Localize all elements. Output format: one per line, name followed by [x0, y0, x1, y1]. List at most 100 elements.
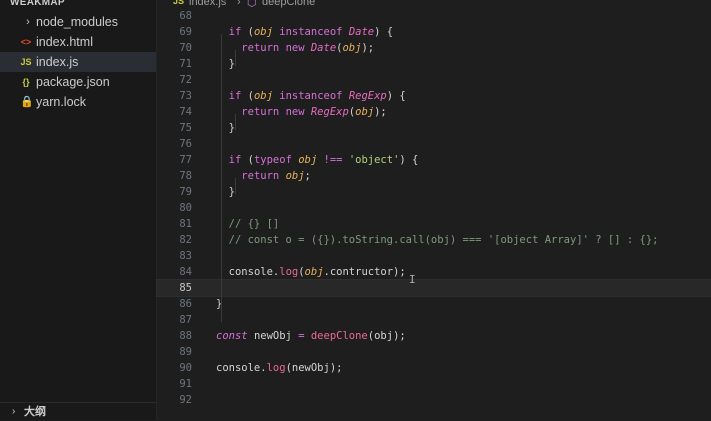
outline-section-header[interactable]: › 大纲 [0, 402, 156, 421]
file-tree-item-label: node_modules [36, 15, 119, 29]
code-token: log [279, 266, 299, 278]
code-line[interactable]: 72 [157, 72, 711, 88]
code-line[interactable]: 80 [157, 200, 711, 216]
code-line[interactable]: 90 console.log(newObj); [157, 360, 711, 376]
code-line[interactable]: 86} [157, 296, 711, 312]
file-tree-item-label: yarn.lock [36, 95, 87, 109]
code-token: return [241, 170, 280, 182]
yarn-file-icon: 🔒 [20, 96, 34, 108]
code-token: !== [323, 154, 343, 166]
line-number: 90 [179, 362, 192, 374]
chevron-right-icon: › [26, 16, 30, 28]
code-line[interactable]: 85 [156, 279, 711, 297]
code-line[interactable]: 71 } [157, 56, 711, 72]
code-line[interactable]: 88 const newObj = deepClone(obj); [157, 328, 711, 344]
code-token: .contructor); [323, 266, 406, 278]
code-text: return new RegExp(obj); [216, 104, 387, 120]
code-line[interactable]: 82 // const o = ({}).toString.call(obj) … [157, 232, 711, 248]
code-line[interactable]: 77 if (typeof obj !== 'object') { [157, 152, 711, 168]
line-number: 83 [179, 250, 192, 262]
code-line[interactable]: 68 [157, 8, 711, 24]
indent-guide [235, 50, 236, 66]
code-line[interactable]: 79 } [157, 184, 711, 200]
code-token: (newObj); [285, 362, 343, 374]
line-number: 68 [179, 10, 192, 22]
line-number: 89 [179, 346, 192, 358]
code-token: ); [393, 330, 406, 342]
code-token: instanceof [279, 26, 343, 38]
file-tree-item[interactable]: JS index.js [0, 52, 156, 72]
code-line[interactable]: 89 [157, 344, 711, 360]
js-file-icon: JS [20, 57, 32, 67]
code-text: return new Date(obj); [216, 40, 374, 56]
code-line[interactable]: 69 if (obj instanceof Date) { [157, 24, 711, 40]
code-text: } [216, 184, 235, 200]
code-line[interactable]: 75 } [157, 120, 711, 136]
code-token: ( [241, 90, 254, 102]
code-token: RegExp [310, 106, 349, 118]
mouse-text-cursor: I [409, 273, 416, 286]
code-token: obj [374, 330, 394, 342]
code-token: instanceof [279, 90, 343, 102]
code-line[interactable]: 91 [157, 376, 711, 392]
chevron-right-icon: › [12, 406, 16, 417]
explorer-folder-title[interactable]: WEAKMAP [10, 0, 65, 10]
file-tree-item[interactable]: <> index.html [0, 32, 156, 52]
json-file-icon: {} [22, 77, 30, 87]
code-token: RegExp [348, 90, 387, 102]
code-editor[interactable]: JS index.js › ⬡ deepClone 68 69 if (obj i… [156, 0, 711, 420]
code-token: obj [298, 154, 318, 166]
code-token: ); [374, 106, 387, 118]
code-token: if [228, 154, 242, 166]
code-token: obj [253, 90, 273, 102]
code-line[interactable]: 70 return new Date(obj); [157, 40, 711, 56]
code-line[interactable]: 78 return obj; [157, 168, 711, 184]
code-token: ) { [374, 26, 394, 38]
file-tree-item[interactable]: › node_modules [0, 12, 156, 32]
code-text: // {} [] [216, 216, 280, 232]
code-token: // const o = ({}).toString.call(obj) ===… [216, 234, 659, 246]
code-line[interactable]: 87 [157, 312, 711, 328]
code-text: if (typeof obj !== 'object') { [216, 152, 419, 168]
line-number: 74 [179, 106, 192, 118]
code-token: console [216, 362, 261, 374]
line-number: 91 [179, 378, 192, 390]
code-token: ( [241, 154, 254, 166]
breadcrumb-file[interactable]: index.js [189, 0, 226, 8]
code-token: newObj [253, 330, 292, 342]
code-line[interactable]: 92 [157, 392, 711, 408]
code-token: obj [253, 26, 273, 38]
code-line[interactable]: 73 if (obj instanceof RegExp) { [157, 88, 711, 104]
breadcrumb-symbol[interactable]: deepClone [262, 0, 315, 8]
code-line[interactable]: 84 console.log(obj.contructor); [157, 264, 711, 280]
indent-guide [221, 34, 222, 322]
explorer-sidebar: WEAKMAP › node_modules <> index.html JS index… [0, 0, 157, 420]
code-line[interactable]: 81 // {} [] [157, 216, 711, 232]
line-number: 79 [179, 186, 192, 198]
line-number: 71 [179, 58, 192, 70]
code-token: obj [342, 42, 362, 54]
file-tree-item-label: index.js [36, 55, 79, 69]
code-line[interactable]: 83 [157, 248, 711, 264]
code-line[interactable]: 76 [157, 136, 711, 152]
line-number: 72 [179, 74, 192, 86]
code-token: ( [241, 26, 254, 38]
code-token: typeof [253, 154, 292, 166]
code-token: new [285, 42, 305, 54]
code-token: obj [355, 106, 375, 118]
file-tree-item[interactable]: {} package.json [0, 72, 156, 92]
code-text: return obj; [216, 168, 311, 184]
code-token: deepClone [310, 330, 368, 342]
code-token: if [228, 90, 242, 102]
code-line[interactable]: 74 return new RegExp(obj); [157, 104, 711, 120]
indent-guide [235, 178, 236, 194]
line-number: 69 [179, 26, 192, 38]
code-lines[interactable]: 68 69 if (obj instanceof Date) {70 return… [156, 8, 711, 408]
code-token: log [266, 362, 286, 374]
file-tree-item[interactable]: 🔒 yarn.lock [0, 92, 156, 112]
breadcrumb-separator: › [237, 0, 241, 8]
code-token: ); [361, 42, 375, 54]
code-token: new [285, 106, 305, 118]
